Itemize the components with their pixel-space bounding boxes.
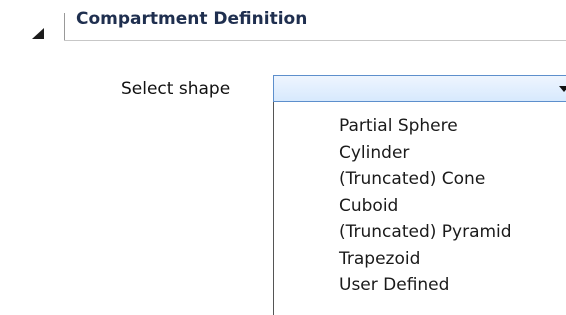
header-divider	[64, 13, 65, 41]
section-title: Compartment Definition	[76, 9, 308, 29]
shape-option-user-defined[interactable]: User Defined	[314, 272, 566, 299]
shape-option-partial-sphere[interactable]: Partial Sphere	[314, 113, 566, 140]
shape-option-trapezoid[interactable]: Trapezoid	[314, 246, 566, 273]
shape-option-cuboid[interactable]: Cuboid	[314, 193, 566, 220]
shape-option-truncated-pyramid[interactable]: (Truncated) Pyramid	[314, 219, 566, 246]
compartment-definition-panel: Compartment Definition Select shape Part…	[0, 0, 566, 315]
shape-option-cylinder[interactable]: Cylinder	[314, 140, 566, 167]
header-underline	[64, 40, 566, 41]
select-shape-label: Select shape	[121, 79, 231, 99]
shape-option-truncated-cone[interactable]: (Truncated) Cone	[314, 166, 566, 193]
section-header: Compartment Definition	[0, 0, 566, 44]
shape-dropdown-list: Partial Sphere Cylinder (Truncated) Cone…	[273, 102, 566, 315]
chevron-down-icon[interactable]	[559, 86, 566, 93]
shape-select[interactable]	[273, 75, 566, 102]
collapse-triangle-icon[interactable]	[30, 27, 46, 41]
